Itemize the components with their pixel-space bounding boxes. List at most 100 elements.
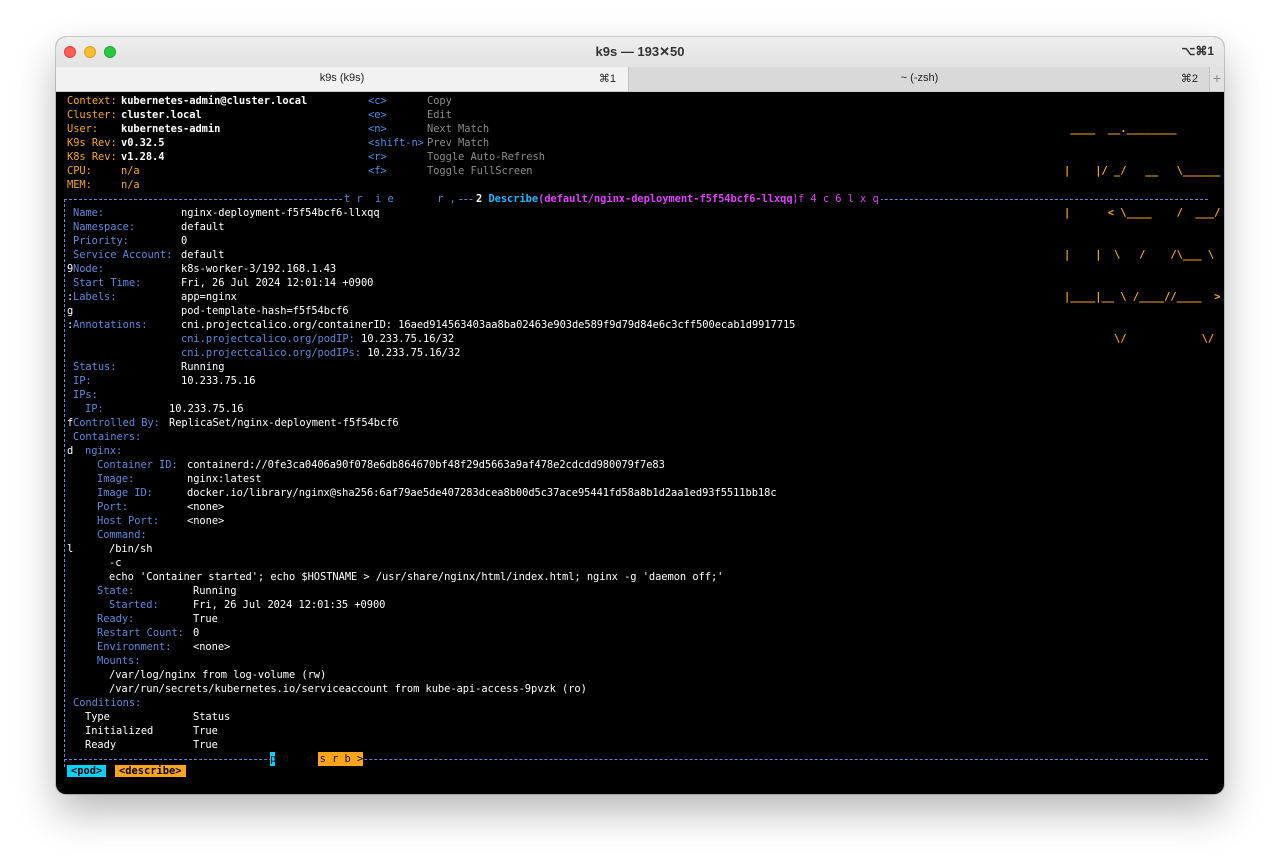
artifact-char: d — [67, 445, 74, 457]
condition-status: True — [193, 739, 218, 751]
annotation-value: 10.233.75.16/32 — [367, 347, 461, 359]
command-line: echo 'Container started'; echo $HOSTNAME… — [109, 571, 724, 583]
field-value: Running — [193, 585, 237, 597]
field-label: Restart Count: — [97, 627, 184, 639]
field-value: Fri, 26 Jul 2024 12:01:35 +0900 — [193, 599, 386, 611]
field-value: 0 — [181, 235, 188, 247]
info-label: MEM: — [67, 179, 92, 191]
title-bar: k9s — 193✕50 ⌥⌘1 — [56, 37, 1224, 67]
field-value: <none> — [187, 501, 225, 513]
field-label: Started: — [109, 599, 159, 611]
field-value: nginx:latest — [187, 473, 262, 485]
tab-zsh[interactable]: ~ (-zsh) ⌘2 — [628, 67, 1210, 91]
field-label: Mounts: — [97, 655, 141, 667]
info-label: Context: — [67, 95, 117, 107]
hotkey-key[interactable]: <e> — [368, 108, 387, 122]
field-value: app=nginx — [181, 291, 237, 303]
footer-garble: p d d s r b > — [270, 752, 364, 766]
field-label: Host Port: — [97, 515, 160, 527]
info-label: CPU: — [67, 165, 92, 177]
field-value: pod-template-hash=f5f54bcf6 — [181, 305, 349, 317]
info-value: kubernetes-admin@cluster.local — [121, 95, 308, 107]
condition-type: Ready — [85, 739, 117, 751]
hotkey-key[interactable]: <n> — [368, 122, 387, 136]
field-label: Port: — [97, 501, 129, 513]
info-value: n/a — [121, 179, 140, 191]
annotation-line: cni.projectcalico.org/podIPs: 10.233.75.… — [181, 346, 460, 360]
info-label: User: — [67, 123, 99, 135]
hotkey-key[interactable]: <f> — [368, 164, 387, 178]
terminal-content[interactable]: Context: kubernetes-admin@cluster.local … — [56, 92, 1224, 794]
conditions-header: Type — [85, 711, 110, 723]
field-label: Namespace: — [73, 221, 136, 233]
logo-line: | |/ _/ __ \______ — [1064, 165, 1221, 177]
tab-bar: k9s (k9s) ⌘1 ~ (-zsh) ⌘2 + — [56, 67, 1224, 92]
annotation-value: 16aed914563403aa8ba02463e903de589f9d79d8… — [398, 319, 796, 331]
tab-k9s[interactable]: k9s (k9s) ⌘1 — [56, 67, 628, 91]
hotkey-action: Prev Match — [427, 137, 490, 149]
field-label: Image: — [97, 473, 135, 485]
annotation-key: cni.projectcalico.org/podIP: — [181, 333, 355, 345]
field-label: IP: — [85, 403, 104, 415]
command-line: -c — [109, 557, 122, 569]
field-label: Command: — [97, 529, 147, 541]
command-line: /bin/sh — [109, 543, 153, 555]
field-value: <none> — [193, 641, 231, 653]
artifact-char: g — [67, 305, 74, 317]
field-label: Node: — [73, 263, 105, 275]
field-value: 0 — [193, 627, 200, 639]
hotkey-action: Edit — [427, 109, 452, 121]
field-value: default — [181, 249, 225, 261]
tab-shortcut: ⌘1 — [598, 73, 616, 85]
conditions-header: Status — [193, 711, 231, 723]
hotkey-action: Copy — [427, 95, 452, 107]
artifact-char: l — [67, 543, 74, 555]
field-label: Service Account: — [73, 249, 173, 261]
field-label: Ready: — [97, 613, 135, 625]
tab-label: ~ (-zsh) — [900, 72, 939, 84]
header-garble-left: t r i e r , — [342, 192, 458, 206]
hotkey-key[interactable]: <r> — [368, 150, 387, 164]
info-value: kubernetes-admin — [121, 123, 221, 135]
field-label: Controlled By: — [73, 417, 160, 429]
info-label: K9s Rev: — [67, 137, 117, 149]
field-value: 10.233.75.16 — [181, 375, 256, 387]
info-value: v0.32.5 — [121, 137, 165, 149]
breadcrumb-describe[interactable]: <describe> — [115, 765, 186, 777]
field-label: Environment: — [97, 641, 172, 653]
field-value: default — [181, 221, 225, 233]
window-title: k9s — 193✕50 — [595, 44, 685, 59]
info-label: K8s Rev: — [67, 151, 117, 163]
condition-type: Initialized — [85, 725, 154, 737]
info-value: cluster.local — [121, 109, 202, 121]
field-label: IPs: — [73, 389, 98, 401]
field-label: Priority: — [73, 235, 129, 247]
field-value: Running — [181, 361, 225, 373]
hotkey-action: Toggle FullScreen — [427, 165, 533, 177]
condition-status: True — [193, 725, 218, 737]
field-value: True — [193, 613, 218, 625]
field-label: State: — [97, 585, 135, 597]
breadcrumb-pod[interactable]: <pod> — [67, 765, 107, 777]
header-garble-right: f 4 c 6 l x q — [796, 192, 881, 206]
field-value: ReplicaSet/nginx-deployment-f5f54bcf6 — [169, 417, 399, 429]
field-value: nginx-deployment-f5f54bcf6-llxqq — [181, 207, 380, 219]
field-value: containerd://0fe3ca0406a90f078e6db864670… — [187, 459, 665, 471]
hotkey-action: Next Match — [427, 123, 490, 135]
window-shortcut: ⌥⌘1 — [1181, 44, 1214, 58]
terminal-window: k9s — 193✕50 ⌥⌘1 k9s (k9s) ⌘1 ~ (-zsh) ⌘… — [56, 37, 1224, 794]
field-label: Image ID: — [97, 487, 153, 499]
match-count: 2 — [476, 193, 483, 205]
new-tab-button[interactable]: + — [1209, 67, 1224, 91]
mount-line: /var/run/secrets/kubernetes.io/serviceac… — [109, 683, 587, 695]
info-label: Cluster: — [67, 109, 117, 121]
annotation-line: cni.projectcalico.org/containerID: 16aed… — [181, 318, 795, 332]
tab-shortcut: ⌘2 — [1180, 73, 1198, 85]
field-label: Labels: — [73, 291, 117, 303]
field-value: 10.233.75.16 — [169, 403, 244, 415]
hotkey-key[interactable]: <c> — [368, 94, 387, 108]
field-label: Start Time: — [73, 277, 142, 289]
resource-path: default/nginx-deployment-f5f54bcf6-llxqq — [544, 193, 793, 205]
hotkey-key[interactable]: <shift-n> — [368, 136, 424, 150]
field-value: k8s-worker-3/192.168.1.43 — [181, 263, 337, 275]
